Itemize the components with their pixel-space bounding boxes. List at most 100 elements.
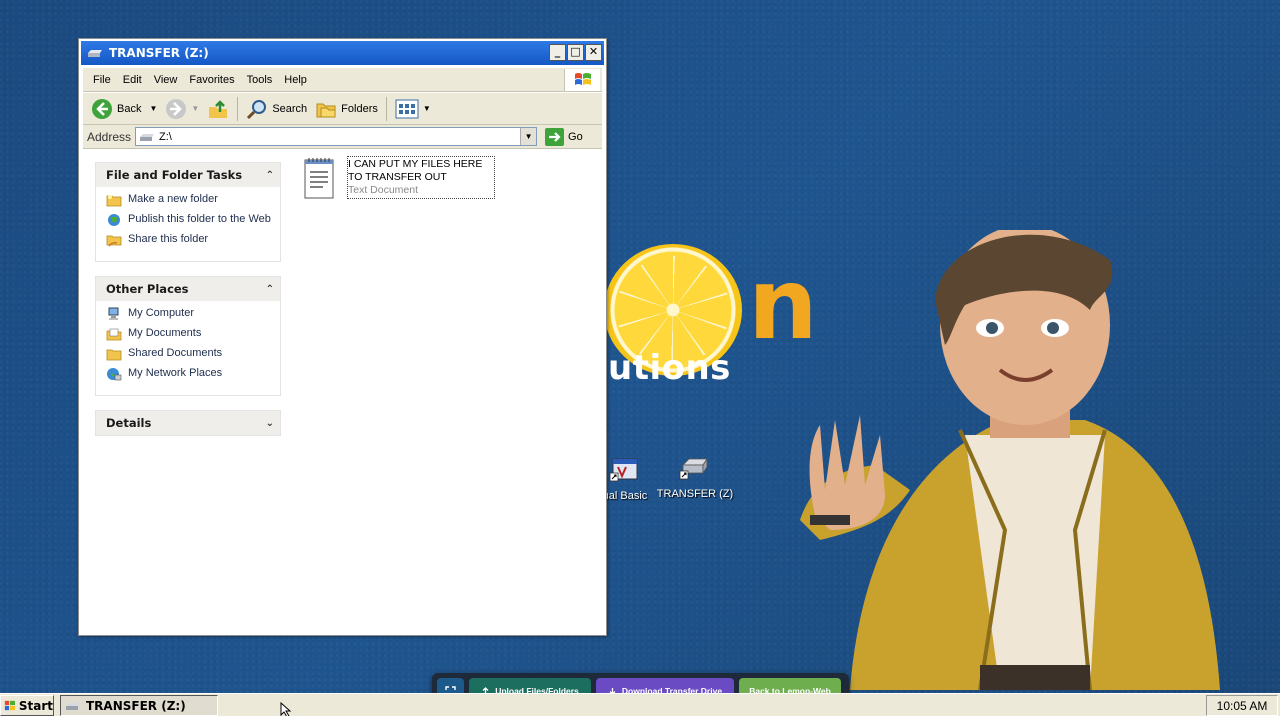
task-share-folder[interactable]: Share this folder (106, 233, 272, 247)
menu-bar: File Edit View Favorites Tools Help (83, 68, 602, 92)
folder-content: File and Folder Tasks ⌃ Make a new folde… (83, 150, 602, 631)
window-title: TRANSFER (Z:) (109, 46, 209, 60)
taskbar-window-button[interactable]: TRANSFER (Z:) (60, 695, 218, 716)
collapse-chevron-icon[interactable]: ⌃ (266, 170, 274, 181)
collapse-chevron-icon[interactable]: ⌃ (266, 284, 274, 295)
menu-tools[interactable]: Tools (243, 74, 281, 86)
my-computer-icon (108, 307, 119, 320)
windows-logo-icon (4, 700, 16, 711)
search-label: Search (272, 102, 308, 115)
place-label: Shared Documents (128, 347, 223, 359)
folders-label: Folders (341, 102, 378, 115)
views-icon (395, 99, 419, 118)
file-folder-tasks-panel: File and Folder Tasks ⌃ Make a new folde… (95, 162, 281, 262)
place-my-network-places[interactable]: My Network Places (106, 367, 272, 381)
menu-view[interactable]: View (150, 74, 186, 86)
menu-edit[interactable]: Edit (119, 74, 150, 86)
menu-favorites[interactable]: Favorites (185, 74, 242, 86)
toolbar-separator (385, 96, 387, 121)
up-folder-icon (209, 99, 228, 118)
forward-button[interactable]: ▼ (161, 95, 203, 123)
drive-icon (140, 133, 155, 141)
details-panel: Details ⌄ (95, 410, 281, 436)
toolbar-separator (237, 96, 239, 121)
address-input[interactable]: Z:\ ▼ (135, 127, 538, 146)
desktop-icon-transfer-drive[interactable]: TRANSFER (Z) (650, 453, 740, 500)
folders-button[interactable]: Folders (311, 95, 382, 123)
taskbar: Start TRANSFER (Z:) 10:05 AM (0, 693, 1280, 716)
views-button[interactable]: ▼ (391, 95, 435, 123)
go-button[interactable]: Go (545, 127, 583, 146)
back-arrow-icon (92, 98, 112, 119)
maximize-button[interactable]: □ (567, 44, 584, 61)
system-tray-clock: 10:05 AM (1206, 695, 1278, 716)
address-dropdown-icon[interactable]: ▼ (520, 128, 537, 145)
forward-dropdown-icon[interactable]: ▼ (191, 104, 199, 113)
start-label: Start (18, 698, 53, 713)
my-documents-icon (106, 328, 122, 341)
new-folder-icon (106, 195, 122, 207)
place-my-documents[interactable]: My Documents (106, 327, 272, 341)
shared-documents-icon (106, 349, 122, 361)
vb-shortcut-icon (609, 458, 638, 482)
panel-header[interactable]: File and Folder Tasks ⌃ (96, 163, 280, 187)
mouse-cursor-icon (280, 702, 292, 716)
text-document-icon (304, 158, 334, 199)
desktop-icon-label: TRANSFER (Z) (656, 488, 734, 500)
views-dropdown-icon[interactable]: ▼ (423, 104, 431, 113)
taskbar-window-label: TRANSFER (Z:) (86, 698, 186, 713)
back-label: Back (117, 102, 142, 115)
drive-icon (88, 50, 102, 57)
task-label: Make a new folder (128, 193, 218, 205)
back-button[interactable]: Back ▼ (87, 95, 161, 123)
go-label: Go (568, 130, 583, 143)
globe-icon (108, 214, 120, 226)
up-folder-button[interactable] (203, 95, 233, 123)
search-button[interactable]: Search (242, 95, 311, 123)
file-name: I CAN PUT MY FILES HERE TO TRANSFER OUT (348, 158, 483, 183)
minimize-button[interactable]: _ (549, 44, 566, 61)
windows-flag-icon (564, 69, 600, 91)
clock-time: 10:05 AM (1216, 698, 1268, 713)
panel-header[interactable]: Other Places ⌃ (96, 277, 280, 301)
toolbar: Back ▼ ▼ Search Folders ▼ (83, 93, 602, 125)
task-publish-to-web[interactable]: Publish this folder to the Web (106, 213, 272, 227)
place-label: My Network Places (128, 367, 223, 379)
file-list: I CAN PUT MY FILES HERE TO TRANSFER OUT … (303, 156, 495, 200)
drive-shortcut-icon (679, 457, 708, 480)
panel-title: Other Places (106, 282, 189, 296)
menu-help[interactable]: Help (280, 74, 315, 86)
share-folder-icon (106, 235, 122, 247)
folders-icon (316, 103, 336, 117)
window-titlebar[interactable]: TRANSFER (Z:) _ □ ✕ (81, 41, 604, 65)
forward-arrow-icon (166, 98, 187, 119)
address-bar: Address Z:\ ▼ Go (83, 125, 602, 149)
file-type: Text Document (348, 184, 419, 196)
panel-title: File and Folder Tasks (106, 168, 243, 182)
drive-icon (66, 702, 80, 710)
place-label: My Computer (128, 307, 195, 319)
network-places-icon (107, 368, 122, 381)
place-shared-documents[interactable]: Shared Documents (106, 347, 272, 361)
search-icon (247, 99, 267, 119)
task-label: Share this folder (128, 233, 209, 245)
cartoon-character-illustration (800, 230, 1220, 690)
expand-chevron-icon[interactable]: ⌄ (266, 418, 274, 429)
file-item[interactable]: I CAN PUT MY FILES HERE TO TRANSFER OUT … (303, 156, 495, 200)
back-dropdown-icon[interactable]: ▼ (149, 104, 157, 113)
start-button[interactable]: Start (0, 695, 54, 716)
panel-title: Details (106, 416, 152, 430)
address-label: Address (87, 129, 132, 144)
close-button[interactable]: ✕ (585, 44, 602, 61)
task-pane: File and Folder Tasks ⌃ Make a new folde… (95, 162, 281, 450)
go-arrow-icon (545, 127, 565, 146)
logo-subtitle: utions (608, 348, 731, 388)
file-name-label[interactable]: I CAN PUT MY FILES HERE TO TRANSFER OUT … (347, 156, 495, 199)
task-label: Publish this folder to the Web (128, 213, 271, 225)
panel-header[interactable]: Details ⌄ (96, 411, 280, 435)
place-my-computer[interactable]: My Computer (106, 307, 272, 321)
place-label: My Documents (128, 327, 202, 339)
other-places-panel: Other Places ⌃ My Computer My Documents … (95, 276, 281, 396)
menu-file[interactable]: File (89, 74, 119, 86)
task-make-new-folder[interactable]: Make a new folder (106, 193, 272, 207)
